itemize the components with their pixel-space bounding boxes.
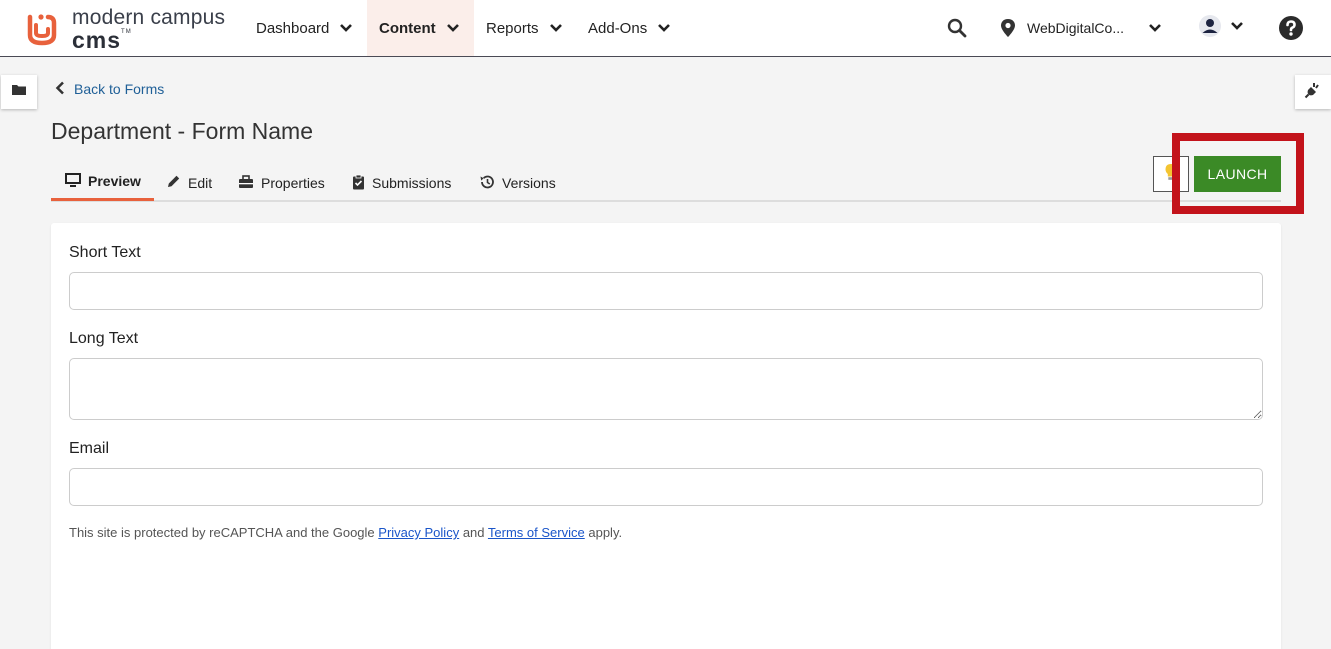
chevron-down-icon	[1148, 21, 1162, 35]
user-menu[interactable]	[1197, 14, 1245, 42]
search-icon[interactable]	[945, 16, 969, 40]
tab-submissions[interactable]: Submissions	[352, 164, 451, 202]
chevron-down-icon	[339, 21, 353, 35]
back-to-forms-label: Back to Forms	[74, 81, 165, 97]
recaptcha-notice: This site is protected by reCAPTCHA and …	[69, 525, 622, 540]
tab-submissions-label: Submissions	[372, 175, 452, 191]
tab-properties-label: Properties	[261, 175, 325, 191]
short-text-label: Short Text	[69, 244, 141, 261]
tab-edit-label: Edit	[188, 175, 213, 191]
chevron-left-icon	[55, 81, 74, 98]
long-text-textarea[interactable]	[69, 358, 1263, 420]
tab-versions-label: Versions	[502, 175, 556, 191]
chevron-down-icon	[657, 21, 671, 35]
privacy-policy-link[interactable]: Privacy Policy	[378, 525, 459, 540]
user-icon	[1198, 14, 1222, 43]
brand-logo[interactable]: modern campus cmsTM	[22, 5, 226, 53]
monitor-icon	[65, 172, 88, 190]
site-selector-label: WebDigitalCo...	[1027, 20, 1125, 36]
nav-add-ons-label: Add-Ons	[588, 19, 648, 37]
brand-line2: cms	[72, 26, 122, 53]
gadgets-toggle[interactable]	[1295, 75, 1331, 109]
tab-edit[interactable]: Edit	[166, 164, 212, 202]
file-navigator-toggle[interactable]	[1, 75, 37, 109]
recaptcha-and: and	[462, 525, 485, 540]
plug-icon	[1304, 81, 1322, 104]
modern-campus-logo-icon	[22, 9, 62, 49]
tab-properties[interactable]: Properties	[238, 164, 325, 202]
nav-add-ons[interactable]: Add-Ons	[576, 0, 683, 56]
brand-trademark: TM	[121, 28, 132, 35]
email-label: Email	[69, 440, 110, 457]
tab-versions[interactable]: Versions	[479, 164, 556, 202]
top-navbar: modern campus cmsTM Dashboard Content Re…	[0, 0, 1331, 57]
view-tabs: Preview Edit Properties Submissions Vers…	[51, 164, 1281, 202]
nav-dashboard-label: Dashboard	[256, 19, 330, 37]
clipboard-check-icon	[352, 174, 372, 193]
page-title: Department - Form Name	[51, 118, 314, 144]
chevron-down-icon	[549, 21, 563, 35]
nav-reports-label: Reports	[486, 19, 539, 37]
pencil-icon	[166, 174, 188, 192]
recaptcha-prefix: This site is protected by reCAPTCHA and …	[69, 525, 375, 540]
properties-icon	[238, 174, 261, 192]
chevron-down-icon	[446, 21, 460, 35]
launch-button[interactable]: LAUNCH	[1194, 156, 1281, 192]
back-to-forms-link[interactable]: Back to Forms	[55, 79, 164, 99]
tab-preview-label: Preview	[88, 173, 141, 189]
form-preview-card: Short Text Long Text Email This site is …	[51, 223, 1281, 649]
recaptcha-suffix: apply.	[588, 525, 623, 540]
chevron-down-icon	[1230, 19, 1244, 38]
long-text-label: Long Text	[69, 330, 139, 347]
short-text-input[interactable]	[69, 272, 1263, 310]
brand-line1: modern campus	[72, 5, 226, 29]
nav-content[interactable]: Content	[367, 0, 474, 56]
help-icon[interactable]	[1277, 14, 1305, 42]
terms-of-service-link[interactable]: Terms of Service	[488, 525, 585, 540]
nav-dashboard[interactable]: Dashboard	[244, 0, 365, 56]
nav-reports[interactable]: Reports	[474, 0, 575, 56]
lightbulb-icon	[1164, 163, 1178, 186]
nav-content-label: Content	[379, 19, 436, 37]
folder-icon	[11, 83, 27, 101]
email-input[interactable]	[69, 468, 1263, 506]
site-selector[interactable]: WebDigitalCo...	[1015, 0, 1174, 56]
tab-preview[interactable]: Preview	[51, 164, 154, 201]
hint-button[interactable]	[1153, 156, 1189, 192]
history-icon	[479, 174, 502, 193]
